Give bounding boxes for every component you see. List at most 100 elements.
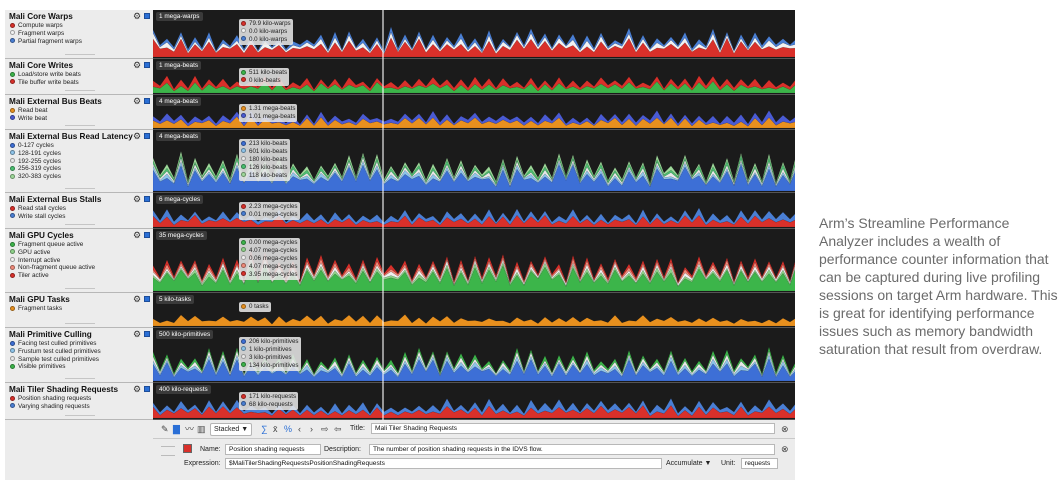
track-select-checkbox[interactable] <box>144 196 150 202</box>
chart-track-8[interactable]: 400 kilo-requests 171 kilo-requests 68 kil… <box>153 383 795 420</box>
track-select-checkbox[interactable] <box>144 232 150 238</box>
area-chart-icon[interactable]: ▇ <box>173 424 180 434</box>
legend-item[interactable]: Read stall cycles <box>10 205 66 212</box>
track-label-3[interactable]: Mali External Bus Read Latency ⚙ 0-127 c… <box>5 130 153 193</box>
name-input[interactable]: Position shading requests <box>225 444 321 455</box>
gear-icon[interactable]: ⚙ <box>133 231 141 240</box>
legend-item[interactable]: Frustum test culled primitives <box>10 348 101 355</box>
timeline-cursor[interactable] <box>382 10 384 420</box>
accumulate-dropdown[interactable]: Accumulate ▼ <box>666 460 711 467</box>
track-select-checkbox[interactable] <box>144 386 150 392</box>
legend-item[interactable]: Sample test culled primitives <box>10 356 99 363</box>
chart-track-0[interactable]: 1 mega-warps 79.9 kilo-warps 0.0 kilo-warp… <box>153 10 795 59</box>
percent-icon[interactable]: % <box>284 424 292 434</box>
legend-item[interactable]: Tile buffer write beats <box>10 79 79 86</box>
legend-item[interactable]: 256-319 cycles <box>10 165 61 172</box>
track-title: Mali External Bus Read Latency <box>9 132 133 141</box>
track-select-checkbox[interactable] <box>144 98 150 104</box>
track-label-7[interactable]: Mali Primitive Culling ⚙ Facing test cul… <box>5 328 153 383</box>
gear-icon[interactable]: ⚙ <box>133 132 141 141</box>
series-color-dot <box>10 150 15 156</box>
sum-icon[interactable]: ∑ <box>261 424 267 434</box>
track-select-checkbox[interactable] <box>144 331 150 337</box>
legend-item[interactable]: 128-191 cycles <box>10 150 61 157</box>
track-label-2[interactable]: Mali External Bus Beats ⚙ Read beat Write… <box>5 95 153 130</box>
gear-icon[interactable]: ⚙ <box>133 195 141 204</box>
resize-handle[interactable] <box>65 54 95 55</box>
chevron-right-icon[interactable]: › <box>310 424 313 434</box>
legend-item[interactable]: Varying shading requests <box>10 403 90 410</box>
legend-item[interactable]: GPU active <box>10 249 50 256</box>
legend-item[interactable]: Interrupt active <box>10 257 60 264</box>
legend-item[interactable]: Tiler active <box>10 272 49 279</box>
chevron-left-icon[interactable]: ‹ <box>298 424 301 434</box>
chart-track-2[interactable]: 4 mega-beats 1.31 mega-beats 1.01 mega-bea… <box>153 95 795 130</box>
legend-item[interactable]: Visible primitives <box>10 363 65 370</box>
arrow-left-icon[interactable]: ⇦ <box>334 424 342 434</box>
track-select-checkbox[interactable] <box>144 133 150 139</box>
stacked-mode-select[interactable]: Stacked ▼ <box>210 423 253 436</box>
average-icon[interactable]: x̄ <box>273 424 278 434</box>
bar-chart-icon[interactable]: ▥ <box>197 424 206 434</box>
gear-icon[interactable]: ⚙ <box>133 61 141 70</box>
legend-item[interactable]: 192-255 cycles <box>10 158 61 165</box>
legend-item[interactable]: Fragment queue active <box>10 241 83 248</box>
chart-track-1[interactable]: 1 mega-beats 511 kilo-beats 0 kilo-beats <box>153 59 795 95</box>
legend-item[interactable]: 320-383 cycles <box>10 173 61 180</box>
description-input[interactable]: The number of position shading requests … <box>369 444 775 455</box>
expression-input[interactable]: $MaliTilerShadingRequestsPositionShading… <box>225 458 662 469</box>
legend-item[interactable]: Non-fragment queue active <box>10 264 95 271</box>
resize-handle[interactable] <box>65 188 95 189</box>
legend-item[interactable]: Write stall cycles <box>10 213 65 220</box>
resize-handle[interactable] <box>65 378 95 379</box>
gear-icon[interactable]: ⚙ <box>133 330 141 339</box>
resize-handle[interactable] <box>65 125 95 126</box>
resize-handle[interactable] <box>65 90 95 91</box>
streamline-window: Mali Core Warps ⚙ Compute warps Fragment … <box>5 10 795 480</box>
gear-icon[interactable]: ⚙ <box>133 385 141 394</box>
track-select-checkbox[interactable] <box>144 62 150 68</box>
gear-icon[interactable]: ⚙ <box>133 295 141 304</box>
series-color-swatch[interactable] <box>183 444 192 453</box>
legend-item[interactable]: Partial fragment warps <box>10 38 82 45</box>
tooltip-row: 126 kilo-beats <box>241 164 288 172</box>
legend-item[interactable]: Compute warps <box>10 22 63 29</box>
resize-handle[interactable] <box>65 224 95 225</box>
close-icon[interactable]: ⊗ <box>781 424 789 434</box>
legend-item[interactable]: Facing test culled primitives <box>10 340 97 347</box>
arrow-right-icon[interactable]: ⇨ <box>321 424 329 434</box>
gear-icon[interactable]: ⚙ <box>133 97 141 106</box>
gear-icon[interactable]: ⚙ <box>133 12 141 21</box>
chart-track-3[interactable]: 4 mega-beats 213 kilo-beats 601 kilo-beats… <box>153 130 795 193</box>
track-label-8[interactable]: Mali Tiler Shading Requests ⚙ Position s… <box>5 383 153 420</box>
legend-item[interactable]: Position shading requests <box>10 395 91 402</box>
legend-item[interactable]: 0-127 cycles <box>10 142 54 149</box>
track-label-4[interactable]: Mali External Bus Stalls ⚙ Read stall cy… <box>5 193 153 229</box>
track-label-1[interactable]: Mali Core Writes ⚙ Load/store write beat… <box>5 59 153 95</box>
resize-handle[interactable] <box>65 288 95 289</box>
legend-item[interactable]: Load/store write beats <box>10 71 81 78</box>
chart-track-6[interactable]: 5 kilo-tasks 0 tasks <box>153 293 795 328</box>
track-select-checkbox[interactable] <box>144 296 150 302</box>
drag-handle[interactable] <box>161 446 175 456</box>
resize-handle[interactable] <box>65 415 95 416</box>
pointer-icon[interactable]: ✎ <box>161 424 169 434</box>
track-select-checkbox[interactable] <box>144 13 150 19</box>
legend-item[interactable]: Fragment tasks <box>10 305 62 312</box>
track-label-5[interactable]: Mali GPU Cycles ⚙ Fragment queue active G… <box>5 229 153 293</box>
remove-series-icon[interactable]: ⊗ <box>781 444 789 454</box>
legend-item[interactable]: Write beat <box>10 115 47 122</box>
chart-track-7[interactable]: 500 kilo-primitives 206 kilo-primitives 1 … <box>153 328 795 383</box>
resize-handle[interactable] <box>65 323 95 324</box>
tooltip-value: 180 kilo-beats <box>249 155 288 163</box>
title-input[interactable]: Mali Tiler Shading Requests <box>371 423 775 434</box>
unit-input[interactable]: requests <box>741 458 778 469</box>
line-chart-icon[interactable]: 〰 <box>185 424 194 434</box>
legend-item[interactable]: Read beat <box>10 107 48 114</box>
chart-track-4[interactable]: 6 mega-cycles 2.23 mega-cycles 0.01 mega-c… <box>153 193 795 229</box>
legend-label: Visible primitives <box>18 363 66 371</box>
track-label-6[interactable]: Mali GPU Tasks ⚙ Fragment tasks <box>5 293 153 328</box>
track-label-0[interactable]: Mali Core Warps ⚙ Compute warps Fragment … <box>5 10 153 59</box>
chart-track-5[interactable]: 35 mega-cycles 0.00 mega-cycles 4.07 mega-… <box>153 229 795 293</box>
legend-item[interactable]: Fragment warps <box>10 30 64 37</box>
